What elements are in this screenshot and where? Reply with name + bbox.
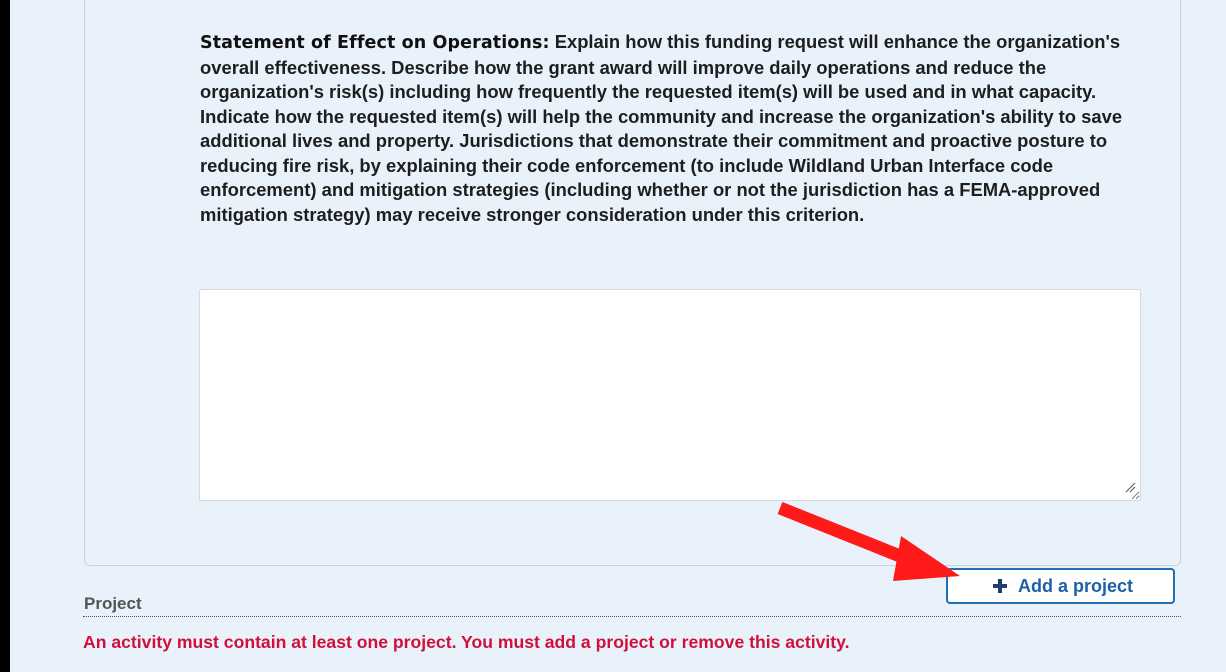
statement-answer-textarea[interactable] xyxy=(199,289,1141,501)
project-section-label: Project xyxy=(84,594,142,613)
screenshot-frame: Statement of Effect on Operations: Expla… xyxy=(0,0,1226,672)
project-divider xyxy=(83,616,1181,617)
project-error-message: An activity must contain at least one pr… xyxy=(83,632,850,652)
statement-description: Explain how this funding request will en… xyxy=(200,31,1123,225)
plus-icon xyxy=(992,579,1007,593)
statement-prompt: Statement of Effect on Operations: Expla… xyxy=(200,30,1130,227)
resize-grip-icon[interactable] xyxy=(1124,481,1136,493)
add-project-button[interactable]: Add a project xyxy=(946,568,1175,604)
add-project-label: Add a project xyxy=(1017,575,1133,596)
page: Statement of Effect on Operations: Expla… xyxy=(10,0,1226,672)
statement-label: Statement of Effect on Operations: xyxy=(200,33,550,53)
